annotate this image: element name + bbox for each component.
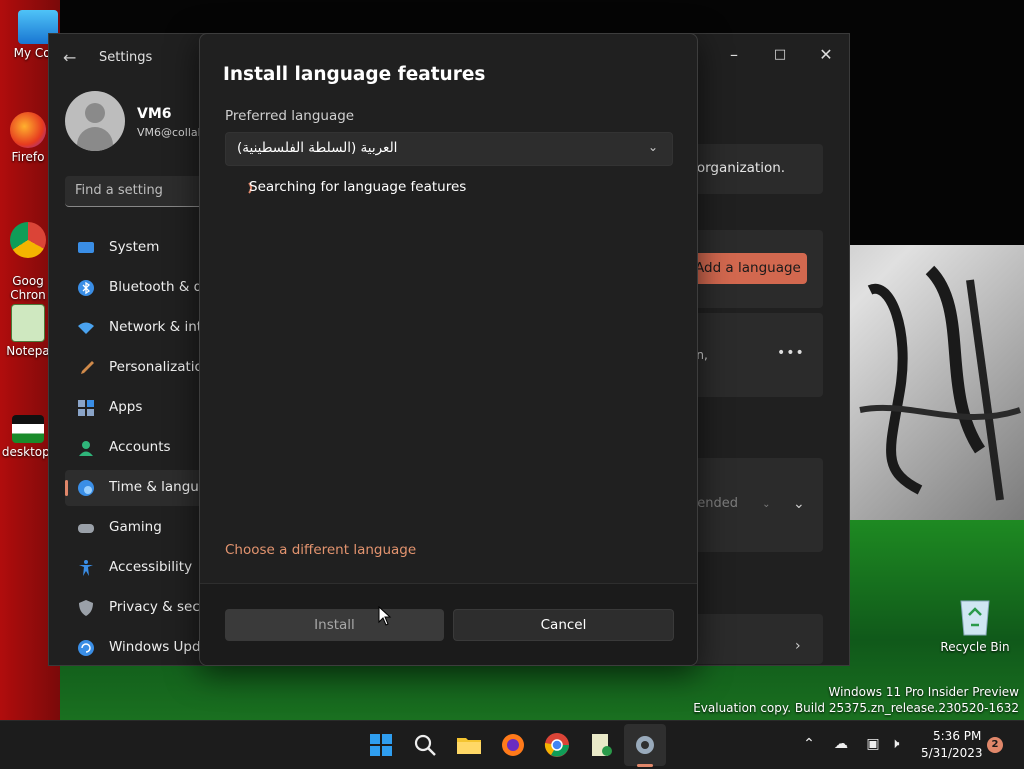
notepad-icon[interactable] bbox=[587, 731, 615, 759]
dialog-footer: Install Cancel bbox=[200, 583, 697, 665]
desktop-icon-label: desktop- bbox=[1, 445, 55, 459]
notification-badge[interactable]: 2 bbox=[987, 737, 1003, 753]
add-language-button[interactable]: Add a language bbox=[689, 253, 807, 284]
chevron-down-icon: ⌄ bbox=[762, 499, 771, 510]
close-button[interactable]: ✕ bbox=[803, 40, 849, 70]
search-placeholder: Find a setting bbox=[75, 183, 163, 198]
system-icon bbox=[78, 242, 94, 253]
status-text: Searching for language features bbox=[249, 179, 467, 195]
time-language-icon bbox=[78, 480, 94, 496]
add-language-label: Add a language bbox=[695, 260, 801, 276]
expand-chevron-icon[interactable]: ⌄ bbox=[793, 496, 805, 512]
wifi-icon bbox=[78, 322, 94, 334]
accounts-icon bbox=[79, 441, 93, 456]
wallpaper-calligraphy bbox=[859, 265, 1021, 501]
notepad-icon bbox=[11, 304, 45, 342]
desktop-icon-recycle-bin[interactable]: Recycle Bin bbox=[940, 595, 1010, 654]
firefox-icon bbox=[10, 112, 46, 148]
desktop-icon-label: Notepa bbox=[6, 344, 50, 358]
gaming-icon bbox=[78, 524, 94, 533]
install-button[interactable]: Install bbox=[225, 609, 444, 641]
taskbar: ⌃ ☁ ▣ 🕨 5:36 PM 5/31/2023 2 bbox=[0, 720, 1024, 769]
chrome-icon[interactable] bbox=[543, 731, 571, 759]
apps-icon bbox=[78, 400, 94, 416]
window-title: Settings bbox=[99, 50, 153, 65]
settings-icon[interactable] bbox=[631, 731, 659, 759]
network-icon[interactable]: ▣ bbox=[864, 735, 882, 753]
flag-file-icon bbox=[12, 415, 44, 443]
search-icon[interactable] bbox=[411, 731, 439, 759]
avatar-body bbox=[77, 127, 113, 151]
minimize-button[interactable]: – bbox=[711, 40, 757, 70]
update-icon bbox=[78, 640, 94, 656]
selected-language: العربية (السلطة الفلسطينية) bbox=[237, 140, 398, 156]
active-indicator bbox=[65, 480, 68, 496]
avatar-head bbox=[85, 103, 105, 123]
maximize-button[interactable]: □ bbox=[757, 40, 803, 70]
install-language-dialog: Install language features Preferred lang… bbox=[199, 33, 698, 666]
clock-time[interactable]: 5:36 PM bbox=[933, 729, 981, 743]
mouse-pointer-icon bbox=[378, 606, 392, 626]
clock-date[interactable]: 5/31/2023 bbox=[921, 746, 983, 760]
org-card: r organization. bbox=[679, 144, 823, 194]
bottom-card[interactable] bbox=[679, 614, 823, 664]
more-options-icon[interactable]: ••• bbox=[777, 345, 805, 361]
avatar[interactable] bbox=[65, 91, 125, 151]
recycle-bin-label: Recycle Bin bbox=[940, 640, 1010, 654]
org-text: r organization. bbox=[687, 160, 786, 176]
dialog-title: Install language features bbox=[223, 64, 486, 85]
chrome-icon bbox=[10, 222, 46, 258]
watermark-line-1: Windows 11 Pro Insider Preview bbox=[828, 685, 1019, 699]
profile-email: VM6@collal bbox=[137, 126, 201, 139]
cancel-button[interactable]: Cancel bbox=[453, 609, 674, 641]
recycle-bin-icon bbox=[960, 600, 990, 636]
shield-icon bbox=[79, 600, 93, 616]
cloud-offline-icon[interactable]: ☁ bbox=[832, 735, 850, 753]
back-arrow-icon[interactable]: ← bbox=[63, 48, 83, 68]
active-app-indicator bbox=[637, 764, 653, 767]
preferred-language-dropdown[interactable]: العربية (السلطة الفلسطينية) ⌄ bbox=[225, 132, 673, 166]
brush-icon bbox=[81, 361, 94, 374]
desktop-icon-label: Firefo bbox=[11, 150, 45, 164]
volume-icon[interactable]: 🕨 bbox=[886, 735, 904, 753]
firefox-icon[interactable] bbox=[499, 731, 527, 759]
regional-format-dropdown[interactable]: nended ⌄ bbox=[689, 496, 771, 511]
start-icon[interactable] bbox=[367, 731, 395, 759]
choose-different-language-link[interactable]: Choose a different language bbox=[225, 542, 416, 558]
preferred-language-label: Preferred language bbox=[225, 108, 355, 124]
chevron-up-icon[interactable]: ⌃ bbox=[800, 735, 818, 753]
watermark-line-2: Evaluation copy. Build 25375.zn_release.… bbox=[693, 701, 1019, 715]
profile-name: VM6 bbox=[137, 106, 172, 122]
chevron-down-icon: ⌄ bbox=[647, 140, 658, 154]
accessibility-icon bbox=[79, 560, 93, 576]
file-explorer-icon[interactable] bbox=[455, 731, 483, 759]
chevron-right-icon: › bbox=[795, 638, 801, 654]
desktop-icon-label: Goog Chron bbox=[10, 274, 46, 302]
bluetooth-icon bbox=[78, 280, 94, 296]
